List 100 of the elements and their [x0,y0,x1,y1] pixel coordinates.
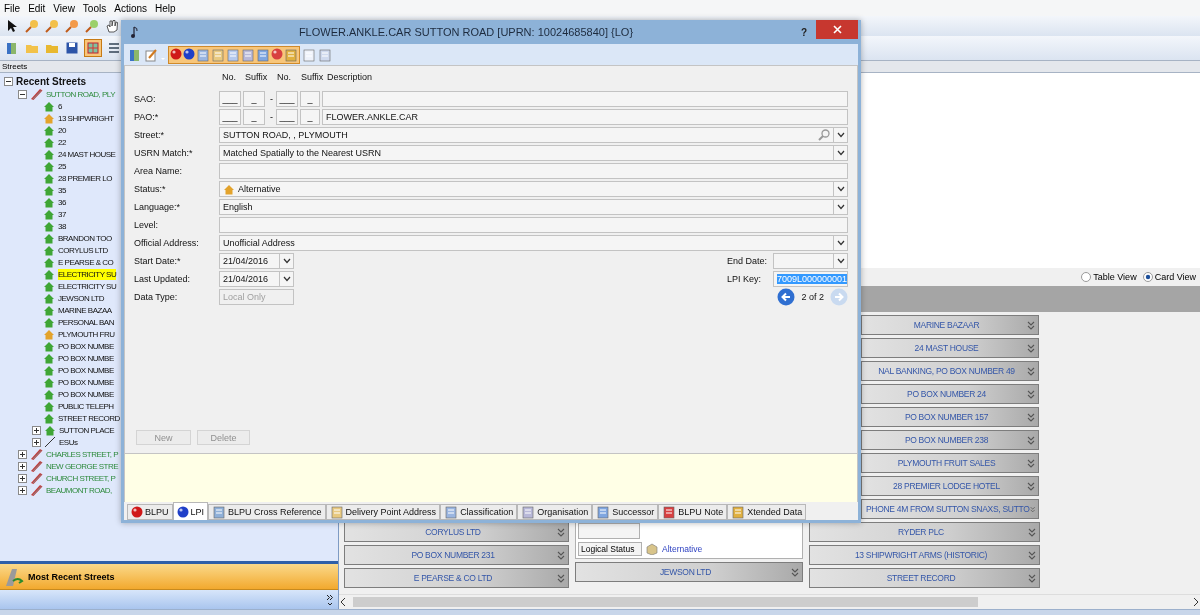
collapse-icon[interactable] [4,77,13,86]
tree-item[interactable]: CORYLUS LTD [58,244,108,256]
dropdown-field[interactable]: English [219,199,848,215]
zoom-icon[interactable] [65,19,79,33]
street-name[interactable]: NEW GEORGE STRE [46,460,119,472]
suffix-field[interactable]: _ [300,109,320,125]
number-field[interactable]: ___ [276,91,298,107]
document-icon[interactable] [212,505,227,519]
address-card[interactable]: PO BOX NUMBER 231 [344,545,569,565]
date-field[interactable] [773,253,848,269]
tab[interactable]: BLPU Note [658,504,728,520]
tab[interactable]: LPI [172,502,209,520]
view-radio[interactable]: Table View [1081,272,1137,282]
tree-item[interactable]: PO BOX NUMBE [58,388,114,400]
description-field[interactable]: FLOWER.ANKLE.CAR [322,109,848,125]
tree-root[interactable]: Recent Streets [16,76,87,87]
document-icon[interactable] [662,505,677,519]
menu-item[interactable]: View [53,2,75,14]
tab[interactable]: Delivery Point Address [325,504,441,520]
map-icon[interactable] [86,41,100,55]
address-card[interactable]: PHONE 4M FROM SUTTON SNAXS, SUTTO [861,499,1039,519]
menu-item[interactable]: File [4,2,21,14]
collapse-icon[interactable] [18,89,27,99]
tree-item[interactable]: 25 [58,160,66,172]
address-card[interactable]: STREET RECORD [809,568,1040,588]
suffix-field[interactable]: _ [243,91,265,107]
hand-icon[interactable] [105,19,119,33]
tree-item[interactable]: JEWSON LTD [58,292,104,304]
tree-item[interactable]: ESUs [59,436,78,448]
close-button[interactable] [816,20,858,39]
tree-item[interactable]: 6 [58,100,62,112]
document-icon[interactable] [731,505,746,519]
tree-item[interactable]: 38 [58,220,66,232]
menu-item[interactable]: Actions [114,2,147,14]
address-card[interactable]: 13 SHIPWRIGHT ARMS (HISTORIC) [809,545,1040,565]
tree-item[interactable]: PUBLIC TELEPH [58,400,114,412]
tab[interactable]: BLPU [127,504,173,520]
expand-icon[interactable] [32,425,41,435]
tree-item[interactable]: PO BOX NUMBE [58,364,114,376]
scroll-thumb[interactable] [353,597,978,607]
address-card[interactable]: CORYLUS LTD [344,522,569,542]
tree-item[interactable]: 20 [58,124,66,136]
tree-item[interactable]: 13 SHIPWRIGHT [58,112,114,124]
street-name[interactable]: CHARLES STREET, P [46,448,118,460]
expand-icon[interactable] [18,485,27,495]
description-field[interactable] [322,91,848,107]
tree-item[interactable]: BRANDON TOO [58,232,112,244]
date-field[interactable]: 21/04/2016 [219,253,294,269]
document-icon[interactable] [596,505,611,519]
document-icon[interactable] [329,505,344,519]
expand-icon[interactable] [32,437,41,447]
address-card[interactable]: PO BOX NUMBER 24 [861,384,1039,404]
address-card[interactable]: 24 MAST HOUSE [861,338,1039,358]
menu-item[interactable]: Tools [82,2,107,14]
input-field[interactable] [219,163,848,179]
tree-item[interactable]: 36 [58,196,66,208]
tab[interactable]: Successor [592,504,659,520]
scroll-left-icon[interactable] [339,597,347,607]
view-radio[interactable]: Card View [1142,272,1196,282]
exit-icon[interactable] [128,47,142,62]
magnifier-icon[interactable] [85,19,99,33]
tree-item[interactable]: SUTTON PLACE [59,424,115,436]
address-card[interactable]: MARINE BAZAAR [861,315,1039,335]
date-field[interactable]: 21/04/2016 [219,271,294,287]
help-button[interactable]: ? [792,26,816,38]
tree-item[interactable]: STREET RECORD [58,412,120,424]
tab[interactable]: Xtended Data [727,504,807,520]
tree-item[interactable]: ELECTRICITY SU [58,280,117,292]
street-name[interactable]: BEAUMONT ROAD, [46,484,112,496]
document-icon[interactable] [444,505,459,519]
number-field[interactable]: ___ [219,91,241,107]
address-card[interactable]: E PEARSE & CO LTD [344,568,569,588]
tree-item[interactable]: 28 PREMIER LO [58,172,112,184]
tab[interactable]: BLPU Cross Reference [208,504,326,520]
section-bar[interactable]: Most Recent Streets [0,564,338,590]
number-field[interactable]: ___ [219,109,241,125]
save-icon[interactable] [65,41,79,55]
expand-icon[interactable] [18,461,27,471]
input-field[interactable] [219,217,848,233]
number-field[interactable]: ___ [276,109,298,125]
tree-item[interactable]: 22 [58,136,66,148]
tree-item[interactable]: MARINE BAZAA [58,304,112,316]
suffix-field[interactable]: _ [300,91,320,107]
suffix-field[interactable]: _ [243,109,265,125]
tree-item[interactable]: 37 [58,208,66,220]
zoom-in-icon[interactable] [25,19,39,33]
address-card[interactable]: JEWSON LTD [575,562,803,582]
pointer-icon[interactable] [5,19,19,33]
document-icon[interactable] [521,505,536,519]
tree-item[interactable]: PERSONAL BAN [58,316,114,328]
street-name[interactable]: CHURCH STREET, P [46,472,116,484]
menu-item[interactable]: Help [155,2,176,14]
tree-item[interactable]: 35 [58,184,66,196]
tree-item[interactable]: E PEARSE & CO [58,256,114,268]
street-field[interactable]: SUTTON ROAD, , PLYMOUTH [219,127,848,143]
zoom-out-icon[interactable] [45,19,59,33]
tree-item[interactable]: PO BOX NUMBE [58,352,114,364]
tab[interactable]: Organisation [517,504,593,520]
address-card[interactable]: NAL BANKING, PO BOX NUMBER 49 [861,361,1039,381]
edit-icon[interactable] [144,47,158,62]
